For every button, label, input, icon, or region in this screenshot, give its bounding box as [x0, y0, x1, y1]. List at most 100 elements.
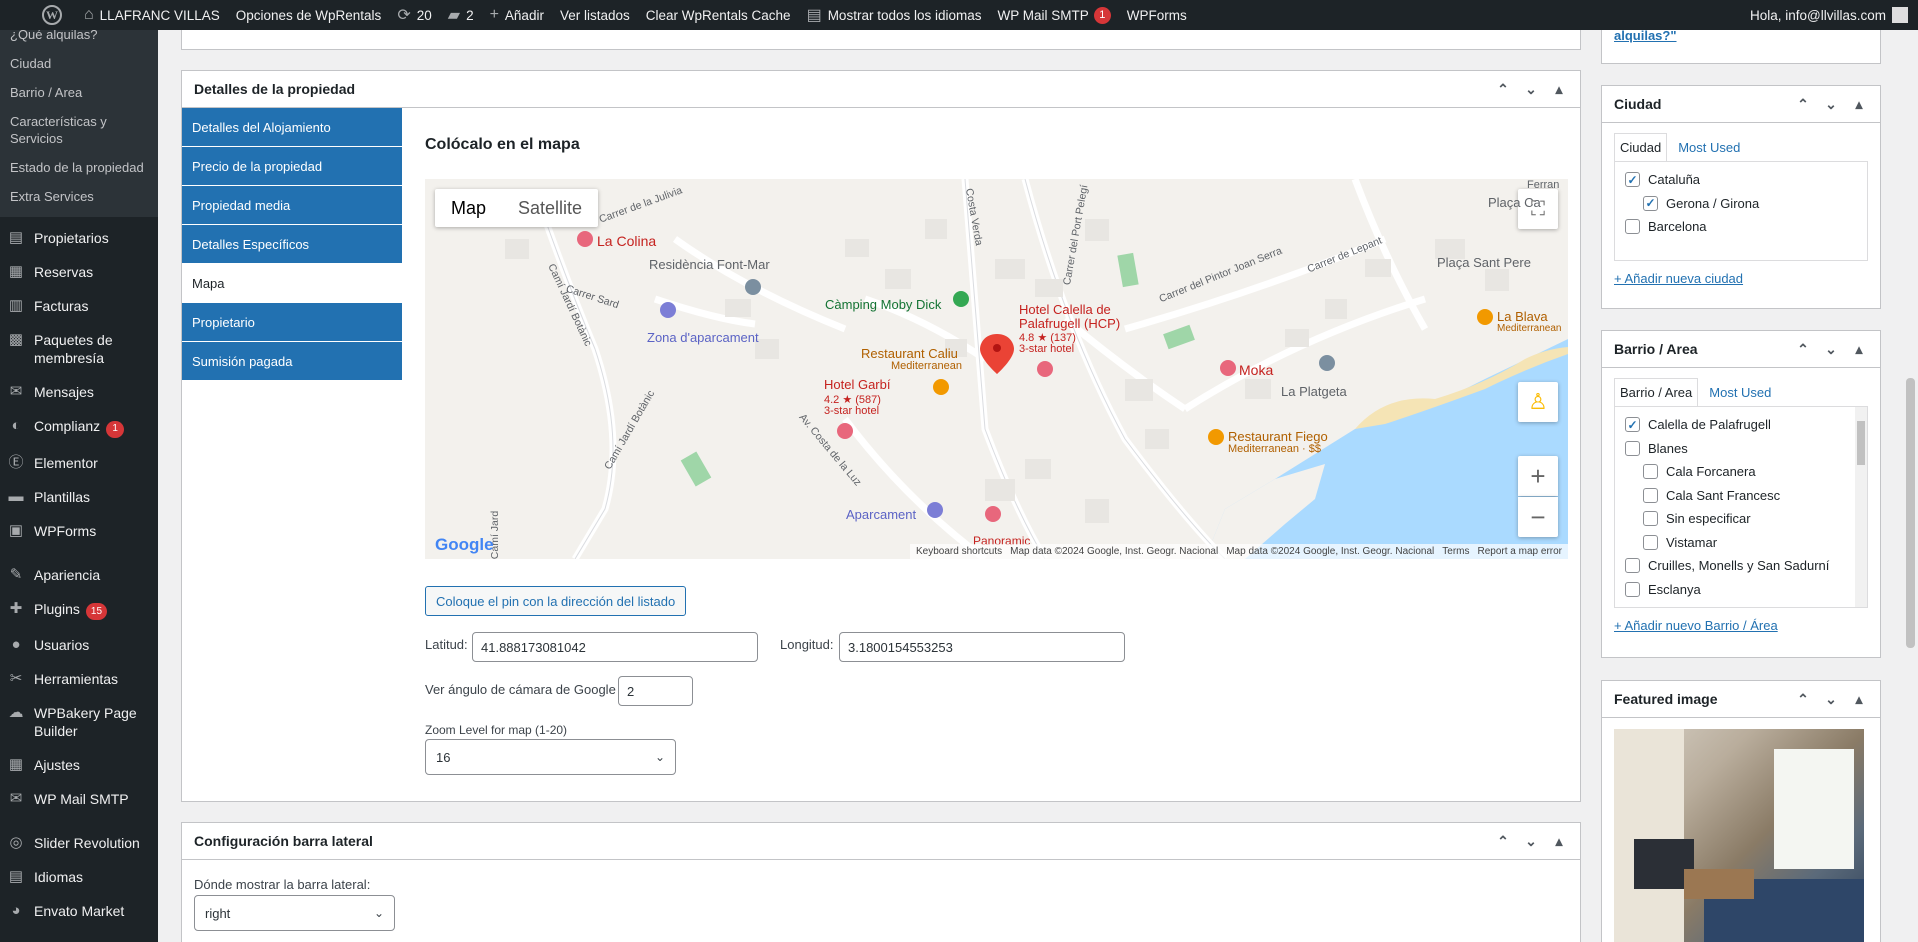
site-name-menu[interactable]: ⌂ LLAFRANC VILLAS: [76, 0, 228, 30]
poi-aparcament[interactable]: Aparcament: [846, 507, 916, 522]
sidebar-position-select[interactable]: right ⌄: [194, 895, 395, 931]
poi-moka[interactable]: Moka: [1239, 362, 1273, 378]
move-down-icon[interactable]: ⌄: [1522, 81, 1540, 98]
checkbox[interactable]: [1643, 464, 1658, 480]
add-new-menu[interactable]: + Añadir: [482, 0, 552, 30]
move-down-icon[interactable]: ⌄: [1822, 96, 1840, 113]
tab-most-used[interactable]: Most Used: [1667, 133, 1747, 161]
add-barrio-link[interactable]: + Añadir nuevo Barrio / Área: [1602, 608, 1880, 643]
sidebar-item-plantillas[interactable]: ▬ Plantillas: [0, 480, 158, 514]
poi-residencia[interactable]: Residència Font-Mar: [649, 257, 770, 272]
scrollbar-thumb[interactable]: [1906, 378, 1915, 648]
submenu-item[interactable]: Características y Servicios: [0, 107, 158, 153]
checkbox[interactable]: ✓: [1643, 195, 1658, 211]
sidebar-item-herramientas[interactable]: ✂ Herramientas: [0, 662, 158, 696]
tab-all-ciudad[interactable]: Ciudad: [1614, 133, 1668, 161]
tab-propietario[interactable]: Propietario: [182, 303, 402, 341]
sidebar-item-idiomas[interactable]: ▤ Idiomas: [0, 860, 158, 894]
tab-sumisi-n-pagada[interactable]: Sumisión pagada: [182, 342, 402, 380]
poi-la-platgeta[interactable]: La Platgeta: [1281, 384, 1347, 399]
sidebar-item-wpbakery-page-builder[interactable]: ☁ WPBakery Page Builder: [0, 696, 158, 748]
move-up-icon[interactable]: ⌃: [1794, 691, 1812, 708]
report-map-error-link[interactable]: Report a map error: [1478, 546, 1562, 557]
poi-la-blava[interactable]: La Blava: [1497, 309, 1548, 324]
view-listings-link[interactable]: Ver listados: [552, 0, 638, 30]
terms-link[interactable]: Terms: [1442, 546, 1469, 557]
camera-angle-input[interactable]: 2: [618, 676, 693, 706]
sidebar-item-envato-market[interactable]: ◕ Envato Market: [0, 894, 158, 928]
poi-restaurant-caliu[interactable]: Restaurant Caliu: [861, 346, 958, 361]
google-map[interactable]: Map Satellite ⛶ ♙ + − La Colina Residènc…: [425, 179, 1568, 559]
languages-menu[interactable]: ▤ Mostrar todos los idiomas: [799, 0, 990, 30]
move-up-icon[interactable]: ⌃: [1794, 96, 1812, 113]
move-up-icon[interactable]: ⌃: [1794, 341, 1812, 358]
move-down-icon[interactable]: ⌄: [1522, 833, 1540, 850]
latitude-input[interactable]: 41.888173081042: [472, 632, 758, 662]
checkbox[interactable]: [1643, 511, 1658, 527]
move-up-icon[interactable]: ⌃: [1494, 833, 1512, 850]
clear-cache-link[interactable]: Clear WpRentals Cache: [638, 0, 799, 30]
submenu-item[interactable]: Barrio / Area: [0, 78, 158, 107]
sidebar-item-apariencia[interactable]: ✎ Apariencia: [0, 558, 158, 592]
barrio-checklist[interactable]: ✓ Calella de Palafrugell Blanes Cala Forcan…: [1614, 406, 1868, 608]
sidebar-item-elementor[interactable]: Ⓔ Elementor: [0, 446, 158, 480]
wp-mail-smtp-menu[interactable]: WP Mail SMTP 1: [990, 0, 1119, 30]
poi-hotel-garbi[interactable]: Hotel Garbí: [824, 377, 890, 392]
poi-placa-sant-pere[interactable]: Plaça Sant Pere: [1437, 255, 1531, 270]
place-pin-button[interactable]: Coloque el pin con la dirección del list…: [425, 586, 687, 616]
comments-link[interactable]: ▰ 2: [440, 0, 482, 30]
checkbox[interactable]: [1625, 581, 1640, 597]
sidebar-item-usuarios[interactable]: ● Usuarios: [0, 628, 158, 662]
sidebar-item-propietarios[interactable]: ▤ Propietarios: [0, 221, 158, 255]
move-up-icon[interactable]: ⌃: [1494, 81, 1512, 98]
page-scrollbar[interactable]: [1903, 30, 1918, 942]
sidebar-item-paquetes-de-membres-a[interactable]: ▩ Paquetes de membresía: [0, 323, 158, 375]
list-scrollbar[interactable]: [1855, 407, 1867, 607]
account-menu[interactable]: Hola, info@llvillas.com: [1750, 7, 1918, 23]
wprentals-options-link[interactable]: Opciones de WpRentals: [228, 0, 390, 30]
poi-zona-aparcament[interactable]: Zona d'aparcament: [647, 330, 759, 345]
scrollbar-thumb[interactable]: [1857, 421, 1865, 465]
keyboard-shortcuts-link[interactable]: Keyboard shortcuts: [916, 546, 1002, 557]
sidebar-item-facturas[interactable]: ▥ Facturas: [0, 289, 158, 323]
submenu-item[interactable]: Ciudad: [0, 49, 158, 78]
poi-restaurant-fiego[interactable]: Restaurant Fiego: [1228, 429, 1328, 444]
checkbox[interactable]: [1625, 219, 1640, 235]
wp-logo-menu[interactable]: W: [0, 0, 76, 30]
tab-all-barrio[interactable]: Barrio / Area: [1614, 378, 1699, 406]
tab-propiedad-media[interactable]: Propiedad media: [182, 186, 402, 224]
checkbox[interactable]: ✓: [1625, 172, 1640, 188]
satellite-button[interactable]: Satellite: [502, 189, 598, 227]
zoom-out-icon[interactable]: −: [1518, 497, 1558, 537]
checkbox[interactable]: [1625, 440, 1640, 456]
sidebar-item-plugins[interactable]: ✚ Plugins 15: [0, 592, 158, 629]
checkbox[interactable]: ✓: [1625, 417, 1640, 433]
move-down-icon[interactable]: ⌄: [1822, 691, 1840, 708]
tab-detalles-del-alojamiento[interactable]: Detalles del Alojamiento: [182, 108, 402, 146]
tab-most-used[interactable]: Most Used: [1698, 378, 1778, 406]
sidebar-item-reservas[interactable]: ▦ Reservas: [0, 255, 158, 289]
toggle-icon[interactable]: ▴: [1850, 341, 1868, 358]
sidebar-item-mensajes[interactable]: ✉ Mensajes: [0, 375, 158, 409]
featured-image-thumbnail[interactable]: [1614, 729, 1864, 942]
sidebar-item-slider-revolution[interactable]: ◎ Slider Revolution: [0, 826, 158, 860]
sidebar-item-wp-mail-smtp[interactable]: ✉ WP Mail SMTP: [0, 782, 158, 816]
poi-la-colina[interactable]: La Colina: [597, 233, 656, 249]
submenu-item[interactable]: Extra Services: [0, 182, 158, 211]
hotel-pin[interactable]: [577, 231, 593, 247]
toggle-icon[interactable]: ▴: [1850, 96, 1868, 113]
zoom-level-select[interactable]: 16 ⌄: [425, 739, 676, 775]
tab-detalles-espec-ficos[interactable]: Detalles Específicos: [182, 225, 402, 263]
tab-precio-de-la-propiedad[interactable]: Precio de la propiedad: [182, 147, 402, 185]
toggle-icon[interactable]: ▴: [1550, 833, 1568, 850]
tab-mapa[interactable]: Mapa: [182, 264, 402, 302]
toggle-icon[interactable]: ▴: [1550, 81, 1568, 98]
sidebar-item-wpforms[interactable]: ▣ WPForms: [0, 514, 158, 548]
checkbox[interactable]: [1643, 487, 1658, 503]
poi-hotel-calella[interactable]: Hotel Calella de: [1019, 302, 1111, 317]
longitude-input[interactable]: 3.1800154553253: [839, 632, 1125, 662]
add-ciudad-link[interactable]: + Añadir nueva ciudad: [1602, 261, 1880, 296]
map-button[interactable]: Map: [435, 189, 502, 227]
zoom-in-icon[interactable]: +: [1518, 456, 1558, 496]
wpforms-menu[interactable]: WPForms: [1119, 0, 1195, 30]
